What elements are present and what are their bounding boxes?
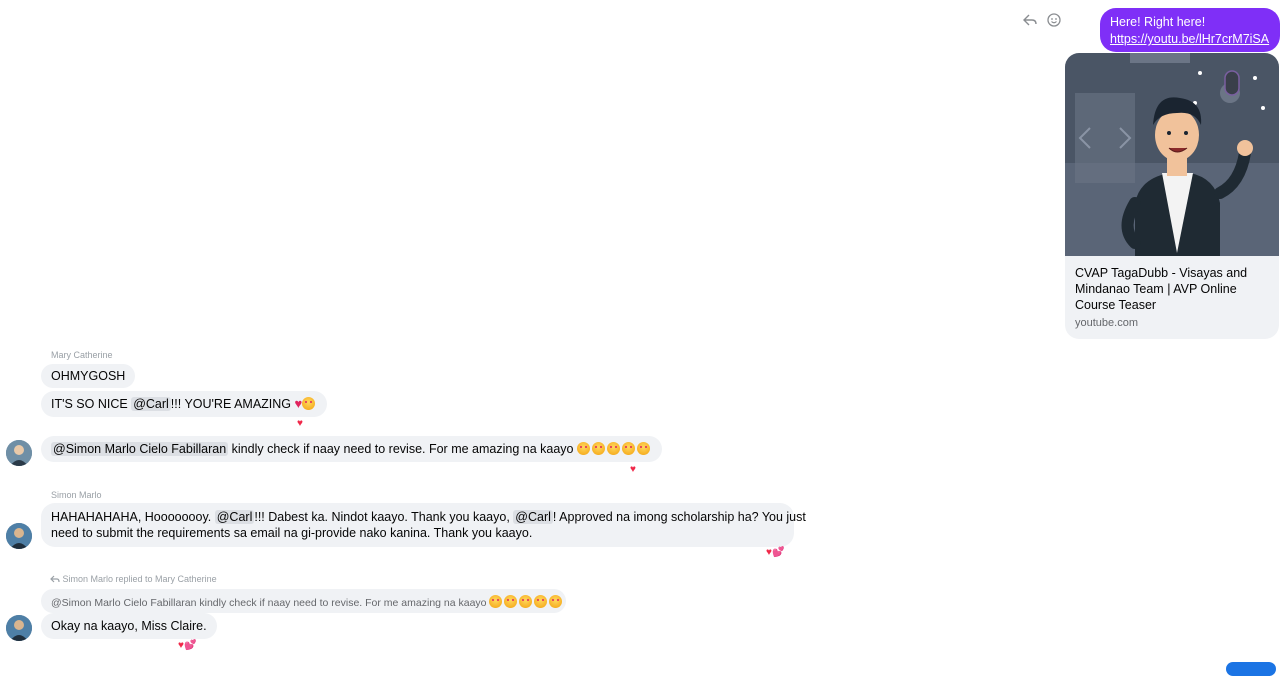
link-preview-card[interactable]: CVAP TagaDubb - Visayas and Mindanao Tea… xyxy=(1065,53,1279,339)
reply-label-text: Simon Marlo replied to Mary Catherine xyxy=(62,574,217,584)
message-bubble[interactable]: HAHAHAHAHA, Hoooooooy. @Carl!!! Dabest k… xyxy=(41,503,806,547)
smiling-hearts-emoji-icon xyxy=(519,595,533,608)
smiling-hearts-emoji-icon xyxy=(549,595,563,608)
message-text: ! Approved na imong scholarship ha? You … xyxy=(552,510,806,524)
reply-arrow-icon xyxy=(50,574,63,584)
reply-icon[interactable] xyxy=(1022,12,1038,28)
smiling-hearts-emoji-icon xyxy=(606,442,620,455)
smiling-hearts-emoji-icon xyxy=(534,595,548,608)
message-text: need to submit the requirements sa email… xyxy=(51,526,533,540)
reply-quote[interactable]: @Simon Marlo Cielo Fabillaran kindly che… xyxy=(41,589,566,613)
smiling-hearts-emoji-icon xyxy=(636,442,650,455)
preview-text: CVAP TagaDubb - Visayas and Mindanao Tea… xyxy=(1075,265,1271,329)
reaction-heart-icon[interactable]: ♥ xyxy=(297,418,303,430)
mention-tag[interactable]: @Carl xyxy=(131,397,171,411)
sender-name: Mary Catherine xyxy=(51,350,113,360)
smiling-hearts-emoji-icon xyxy=(621,442,635,455)
reply-quote-text: @Simon Marlo Cielo Fabillaran kindly che… xyxy=(51,597,490,609)
outgoing-link[interactable]: https://youtu.be/lHr7crM7iSA xyxy=(1110,31,1270,48)
message-text: kindly check if naay need to revise. For… xyxy=(228,442,577,456)
reply-label: Simon Marlo replied to Mary Catherine xyxy=(50,574,217,584)
heart-emoji-icon: ♥ xyxy=(294,396,303,411)
avatar[interactable] xyxy=(6,440,32,466)
video-thumbnail xyxy=(1065,53,1279,256)
preview-title: CVAP TagaDubb - Visayas and Mindanao Tea… xyxy=(1075,266,1248,312)
message-bubble[interactable]: IT'S SO NICE @Carl!!! YOU'RE AMAZING ♥ xyxy=(41,391,328,417)
reaction-hearts-icon[interactable]: ♥💕 xyxy=(178,640,196,652)
mention-tag[interactable]: @Carl xyxy=(214,510,255,524)
mention-tag[interactable]: @Carl xyxy=(513,510,553,524)
smiling-hearts-emoji-icon xyxy=(302,397,316,410)
send-button[interactable] xyxy=(1226,662,1276,676)
smiling-hearts-emoji-icon xyxy=(576,442,590,455)
message-text: HAHAHAHAHA, Hoooooooy. xyxy=(51,510,215,524)
preview-domain: youtube.com xyxy=(1075,317,1138,329)
sender-name: Simon Marlo xyxy=(51,490,102,500)
message-bubble[interactable]: Okay na kaayo, Miss Claire. xyxy=(41,613,217,639)
message-text: IT'S SO NICE xyxy=(51,397,132,411)
smiling-hearts-emoji-icon xyxy=(504,595,518,608)
message-bubble[interactable]: @Simon Marlo Cielo Fabillaran kindly che… xyxy=(41,436,662,462)
outgoing-text: Here! Right here! xyxy=(1110,15,1206,29)
smiling-hearts-emoji-icon xyxy=(489,595,503,608)
avatar[interactable] xyxy=(6,615,32,641)
message-actions xyxy=(1022,12,1062,28)
reaction-hearts-icon[interactable]: ♥💕 xyxy=(766,547,784,559)
avatar[interactable] xyxy=(6,523,32,549)
message-text: OHMYGOSH xyxy=(51,369,126,383)
message-text: Okay na kaayo, Miss Claire. xyxy=(51,619,207,633)
message-text: !!! YOU'RE AMAZING xyxy=(170,397,295,411)
outgoing-message[interactable]: Here! Right here! https://youtu.be/lHr7c… xyxy=(1100,8,1280,52)
react-smile-icon[interactable] xyxy=(1046,12,1062,28)
reaction-heart-icon[interactable]: ♥ xyxy=(630,464,636,476)
message-text: !!! Dabest ka. Nindot kaayo. Thank you k… xyxy=(254,510,514,524)
message-bubble[interactable]: OHMYGOSH xyxy=(41,364,136,388)
smiling-hearts-emoji-icon xyxy=(591,442,605,455)
mention-tag[interactable]: @Simon Marlo Cielo Fabillaran xyxy=(51,442,229,456)
